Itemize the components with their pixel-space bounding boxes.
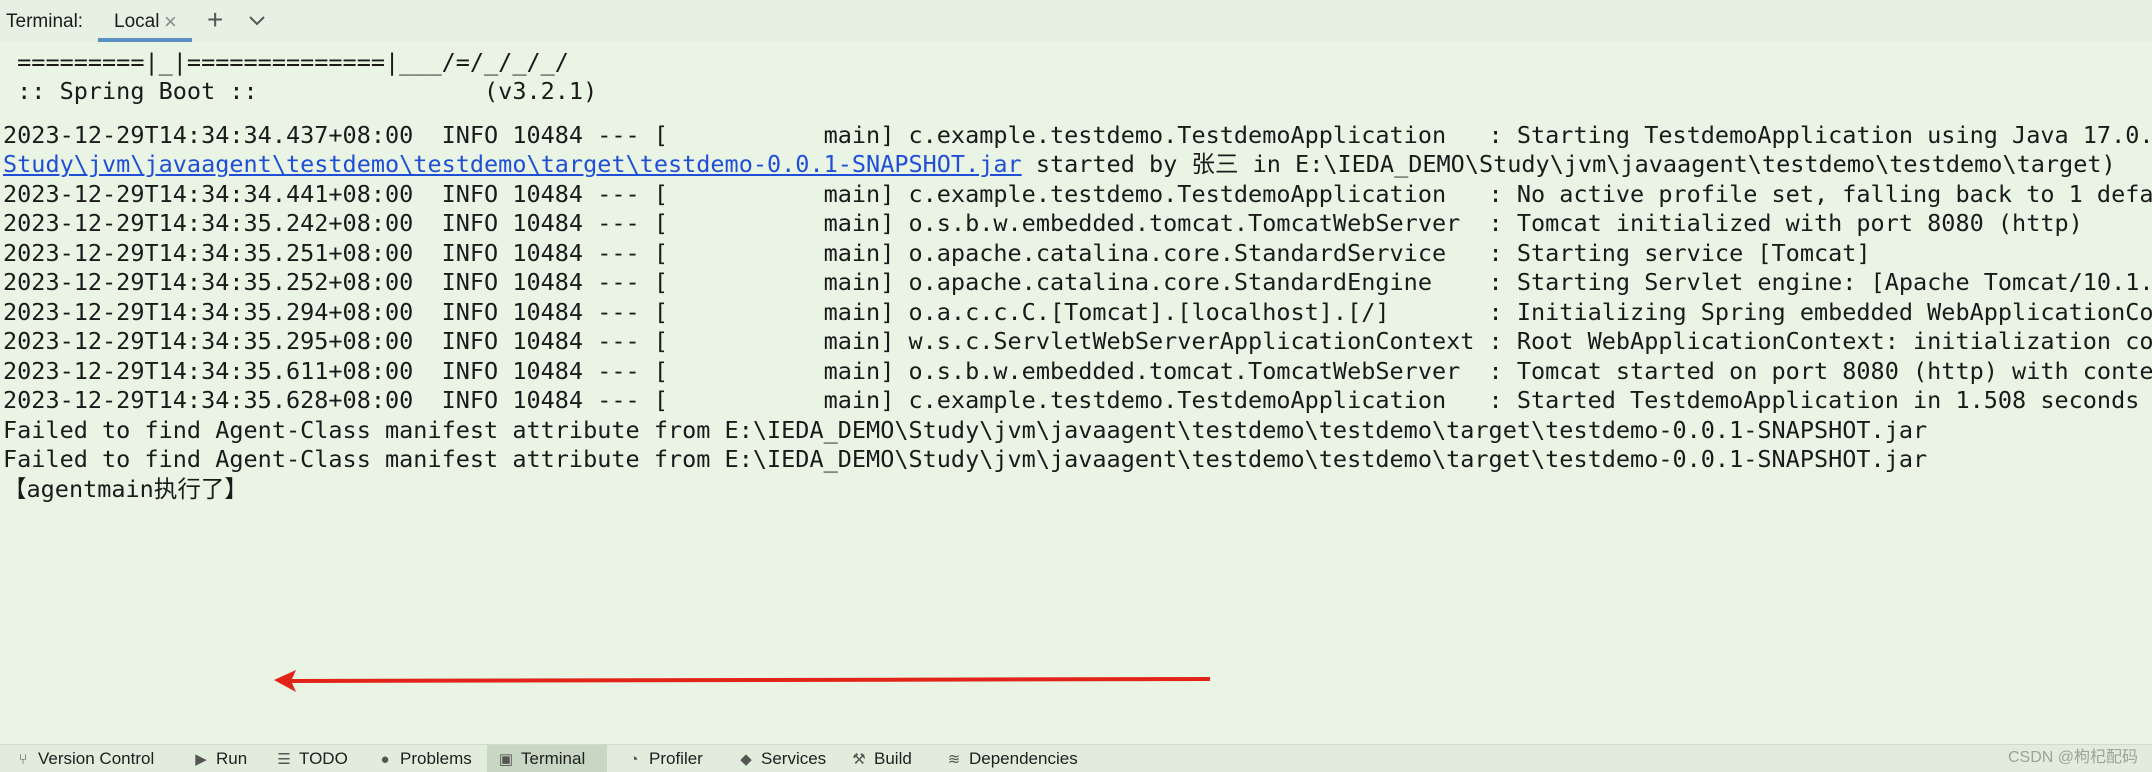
close-icon[interactable]: × <box>164 9 177 35</box>
tool-problems[interactable]: ● Problems <box>366 745 471 772</box>
branch-icon: ⑂ <box>18 751 28 768</box>
tab-local[interactable]: Local × <box>98 0 192 42</box>
csdn-watermark: CSDN @枸杞配码 <box>2007 749 2138 766</box>
terminal-line: 2023-12-29T14:34:35.294+08:00 INFO 10484… <box>3 298 2152 326</box>
tab-label: Local <box>114 11 160 32</box>
ide-terminal-window: Terminal: Local × + =========|_|========… <box>0 0 2152 772</box>
terminal-line: =========|_|==============|___/=/_/_/_/ <box>3 48 569 76</box>
terminal-line: Failed to find Agent-Class manifest attr… <box>3 445 1928 473</box>
profiler-icon: ◔ <box>629 751 639 768</box>
tool-terminal[interactable]: ▣ Terminal <box>487 745 607 772</box>
tool-profiler[interactable]: ◔ Profiler <box>615 745 702 772</box>
terminal-line: :: Spring Boot :: (v3.2.1) <box>3 77 598 105</box>
terminal-line: 2023-12-29T14:34:35.252+08:00 INFO 10484… <box>3 268 2152 296</box>
chevron-down-icon[interactable] <box>248 12 266 34</box>
tool-run[interactable]: ▶ Run <box>182 745 247 772</box>
add-tab-icon[interactable]: + <box>207 4 223 36</box>
dependencies-icon: ≋ <box>947 751 961 768</box>
terminal-title: Terminal: <box>6 11 84 32</box>
terminal-header: Terminal: Local × + <box>0 0 2152 42</box>
terminal-line: 2023-12-29T14:34:35.611+08:00 INFO 10484… <box>3 357 2152 385</box>
path-line-rest: started by 张三 in E:\IEDA_DEMO\Study\jvm\… <box>1021 150 2116 178</box>
terminal-line: 2023-12-29T14:34:35.242+08:00 INFO 10484… <box>3 209 2083 237</box>
terminal-line: Failed to find Agent-Class manifest attr… <box>3 416 1928 444</box>
tool-dependencies[interactable]: ≋ Dependencies <box>935 745 1078 772</box>
terminal-line: 2023-12-29T14:34:34.437+08:00 INFO 10484… <box>3 121 2152 149</box>
terminal-line: 2023-12-29T14:34:34.441+08:00 INFO 10484… <box>3 180 2152 208</box>
terminal-icon: ▣ <box>498 751 514 768</box>
warning-icon: ● <box>380 751 390 768</box>
services-icon: ◆ <box>740 751 752 768</box>
tool-window-bar: ⑂ Version Control ▶ Run ☰ TODO ● Problems ▣ T… <box>0 744 2152 772</box>
tool-services[interactable]: ◆ Services <box>727 745 826 772</box>
terminal-line: 2023-12-29T14:34:35.295+08:00 INFO 10484… <box>3 327 2152 355</box>
terminal-output[interactable]: =========|_|==============|___/=/_/_/_/ … <box>0 42 2152 744</box>
terminal-line: 2023-12-29T14:34:35.251+08:00 INFO 10484… <box>3 239 1871 267</box>
tool-build[interactable]: ⚒ Build <box>840 745 912 772</box>
terminal-line-path: Study\jvm\javaagent\testdemo\testdemo\ta… <box>3 149 2116 179</box>
tool-version-control[interactable]: ⑂ Version Control <box>4 745 154 772</box>
terminal-line: 2023-12-29T14:34:35.628+08:00 INFO 10484… <box>3 386 2152 414</box>
tool-todo[interactable]: ☰ TODO <box>265 745 348 772</box>
red-arrow-annotation <box>274 670 1210 692</box>
jar-path-link[interactable]: Study\jvm\javaagent\testdemo\testdemo\ta… <box>3 150 1022 178</box>
terminal-line-agentmain: 【agentmain执行了】 <box>3 475 248 503</box>
list-icon: ☰ <box>277 751 291 768</box>
play-icon: ▶ <box>195 751 207 768</box>
hammer-icon: ⚒ <box>852 751 866 768</box>
